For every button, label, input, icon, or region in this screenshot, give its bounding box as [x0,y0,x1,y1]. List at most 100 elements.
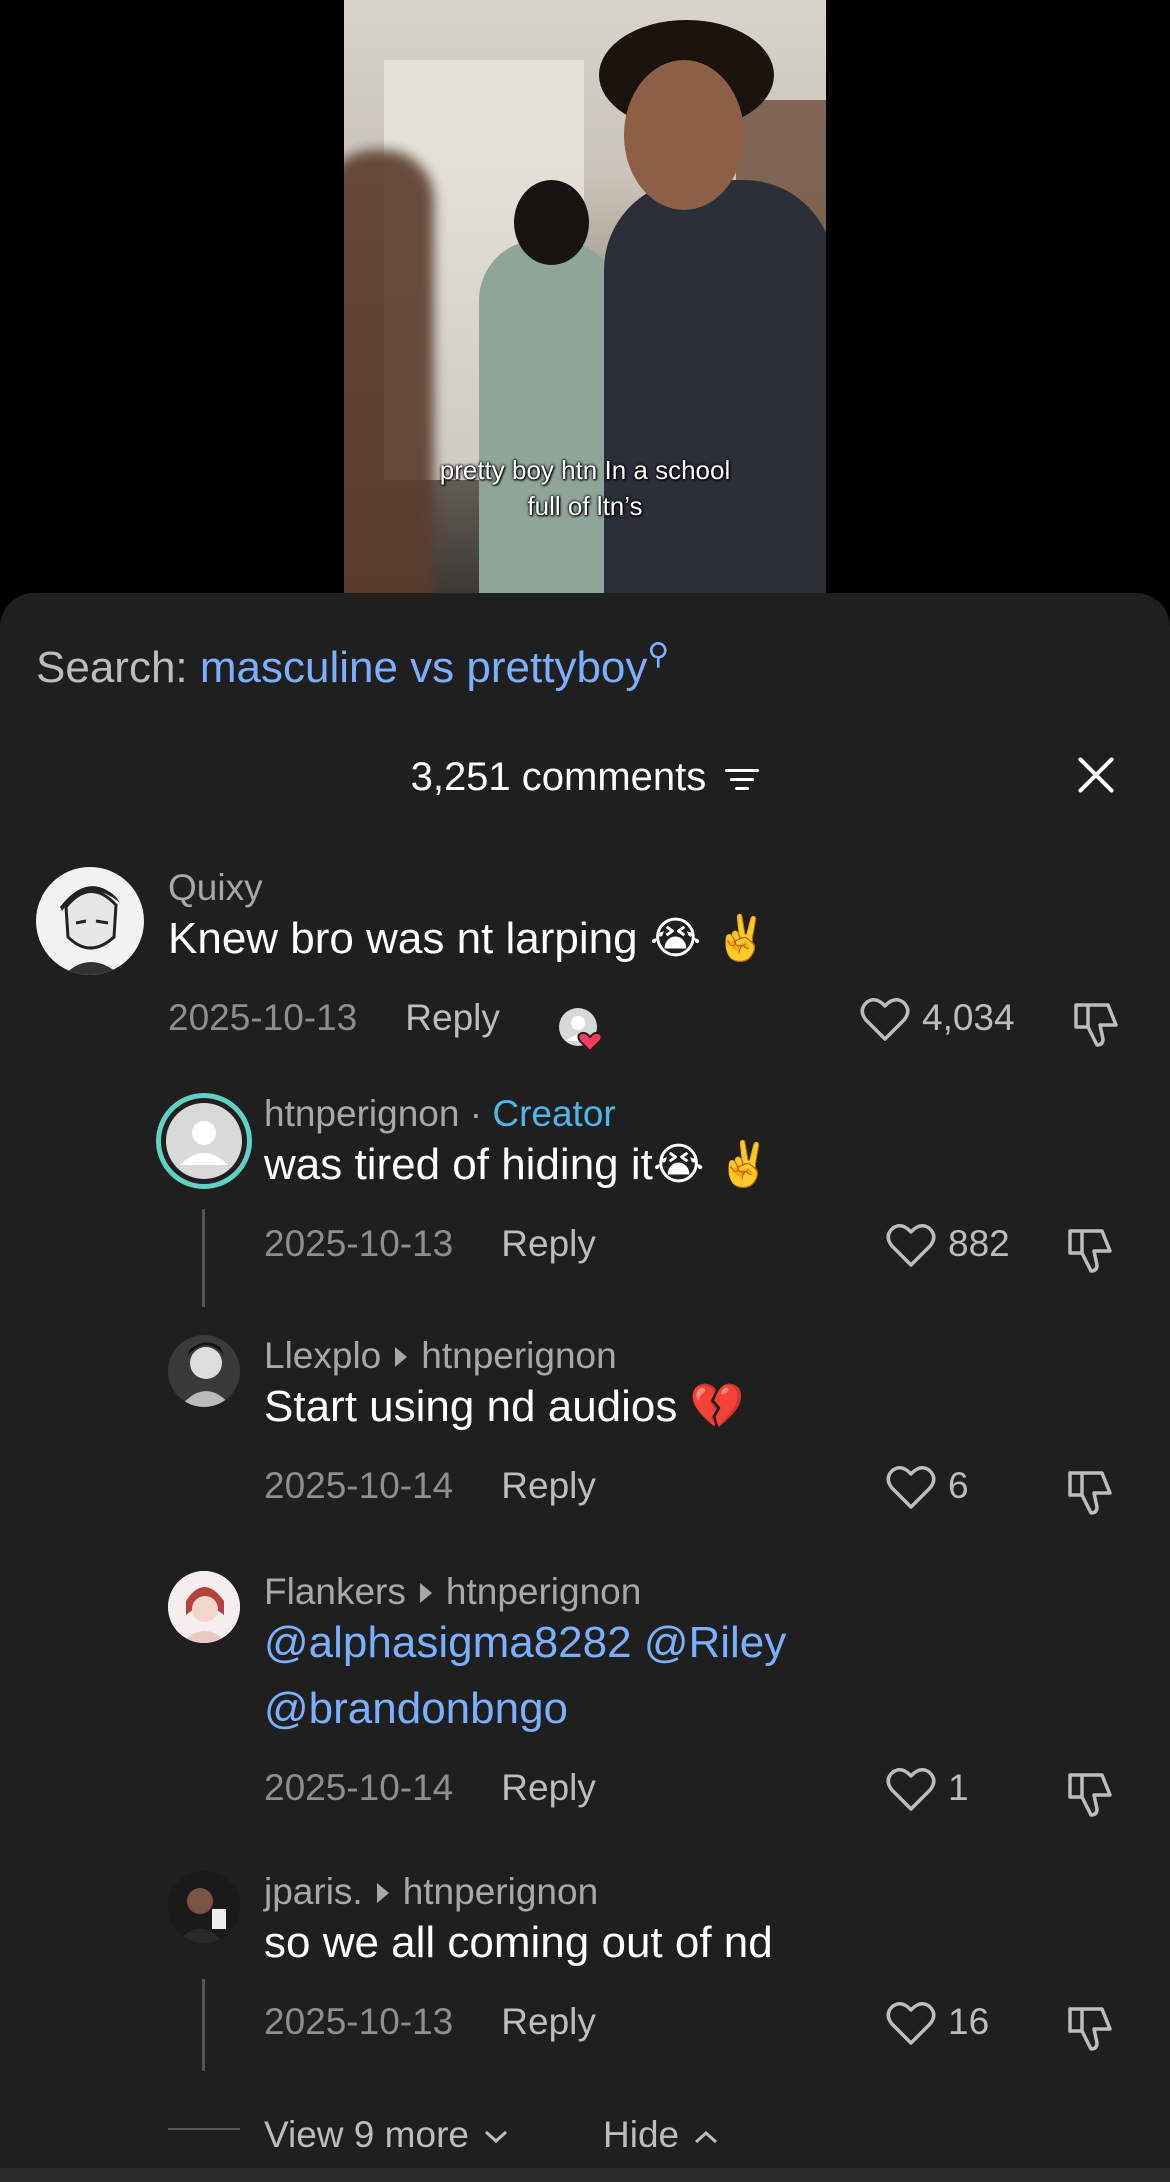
comment-username[interactable]: jparis. [264,1871,363,1912]
like-count: 4,034 [922,997,1015,1038]
close-icon[interactable] [1074,753,1118,797]
chevron-up-icon [695,2131,718,2144]
chevron-down-icon [485,2131,508,2144]
video-person-main [604,180,826,600]
like-count: 1 [948,1767,969,1808]
comment-text: so we all coming out of nd [264,1918,773,1967]
video-player[interactable]: pretty boy htn In a school full of ltn’s [344,0,826,600]
mention-link[interactable]: @Riley [644,1618,786,1667]
thread-line [202,1209,205,1307]
comment-username-row: jparis. htnperignon [264,1871,598,1913]
avatar-illustration [60,886,120,975]
reply-button[interactable]: Reply [501,1223,596,1264]
heart-icon [886,1768,936,1811]
video-caption-line2: full of ltn’s [527,491,643,521]
avatar-illustration [168,1335,240,1407]
comments-count: 3,251 comments [410,755,707,799]
comment-meta: 2025-10-14 Reply [264,1767,596,1809]
dislike-icon[interactable] [1066,2003,1116,2053]
like-button[interactable]: 882 [886,1223,1010,1269]
heart-icon [886,2002,936,2045]
avatar[interactable] [168,1871,240,1943]
comment-date: 2025-10-13 [168,997,358,1038]
avatar-illustration [168,1571,240,1643]
like-button[interactable]: 16 [886,2001,989,2047]
reply-button[interactable]: Reply [501,2001,596,2042]
video-person-back [479,240,619,600]
like-button[interactable]: 1 [886,1767,969,1813]
creator-badge: Creator [492,1093,616,1134]
video-person-blurred [344,150,434,600]
video-person-main-face [624,60,744,210]
comment-date: 2025-10-13 [264,2001,454,2042]
default-avatar-icon [166,1103,242,1179]
comment-username-row: htnperignon · Creator [264,1093,616,1135]
mention-link[interactable]: @alphasigma8282 [264,1618,632,1667]
comment-text: Knew bro was nt larping 😭 ✌️ [168,914,769,963]
reply-to-username[interactable]: htnperignon [421,1335,616,1376]
creator-liked-icon [558,1007,606,1055]
comment-username-row: Llexplo htnperignon [264,1335,617,1377]
reply-to-username[interactable]: htnperignon [403,1871,598,1912]
comment-date: 2025-10-14 [264,1767,454,1808]
heart-icon [886,1224,936,1267]
view-more-replies-button[interactable]: View 9 more [264,2114,509,2156]
avatar[interactable] [168,1335,240,1407]
comment-text: Start using nd audios 💔 [264,1382,745,1431]
comment-meta: 2025-10-13 Reply [168,997,500,1039]
avatar[interactable] [168,1571,240,1643]
avatar[interactable] [156,1093,252,1189]
search-icon: ⚲ [647,638,670,671]
avatar[interactable] [36,867,144,975]
video-caption: pretty boy htn In a school full of ltn’s [344,452,826,524]
comment-meta: 2025-10-13 Reply [264,2001,596,2043]
reply-button[interactable]: Reply [405,997,500,1038]
like-count: 882 [948,1223,1010,1264]
hide-replies-button[interactable]: Hide [603,2114,719,2156]
comment-username[interactable]: htnperignon [264,1093,459,1134]
reply-to-arrow-icon [419,1583,432,1604]
avatar-illustration [168,1871,240,1943]
comment-text: was tired of hiding it😭 ✌️ [264,1140,772,1189]
thread-divider [168,2128,240,2130]
comment-username[interactable]: Llexplo [264,1335,381,1376]
dislike-icon[interactable] [1072,999,1122,1049]
comments-sheet: Search: masculine vs prettyboy⚲ 3,251 co… [0,593,1170,2182]
filter-icon[interactable] [725,763,760,796]
reply-to-arrow-icon [395,1347,408,1368]
search-suggestion[interactable]: Search: masculine vs prettyboy⚲ [36,637,669,693]
dislike-icon[interactable] [1066,1467,1116,1517]
comment-text-line2: @brandonbngo [264,1677,568,1741]
heart-icon [886,1466,936,1509]
name-separator: · [459,1093,493,1134]
like-button[interactable]: 4,034 [860,997,1015,1043]
reply-to-arrow-icon [376,1883,389,1904]
thread-line [202,1979,205,2071]
view-more-label: View 9 more [264,2114,469,2155]
comment-username[interactable]: Flankers [264,1571,406,1612]
dislike-icon[interactable] [1066,1225,1116,1275]
video-caption-line1: pretty boy htn In a school [439,455,731,485]
mention-link[interactable]: @brandonbngo [264,1684,568,1733]
comment-text: @alphasigma8282 @Riley [264,1611,786,1675]
comment-meta: 2025-10-14 Reply [264,1465,596,1507]
comment-date: 2025-10-14 [264,1465,454,1506]
comment-date: 2025-10-13 [264,1223,454,1264]
hide-label: Hide [603,2114,680,2155]
comment-username[interactable]: Quixy [168,867,263,909]
bottom-bar [0,2168,1170,2182]
comment-username-row: Flankers htnperignon [264,1571,641,1613]
search-term-link[interactable]: masculine vs prettyboy [200,643,648,692]
video-person-back-head [514,180,589,265]
comment-meta: 2025-10-13 Reply [264,1223,596,1265]
reply-button[interactable]: Reply [501,1767,596,1808]
comments-header: 3,251 comments [0,755,1170,800]
dislike-icon[interactable] [1066,1769,1116,1819]
heart-icon [860,998,910,1041]
reply-to-username[interactable]: htnperignon [446,1571,641,1612]
reply-button[interactable]: Reply [501,1465,596,1506]
like-button[interactable]: 6 [886,1465,969,1511]
like-count: 6 [948,1465,969,1506]
like-count: 16 [948,2001,990,2042]
search-label: Search: [36,643,188,692]
